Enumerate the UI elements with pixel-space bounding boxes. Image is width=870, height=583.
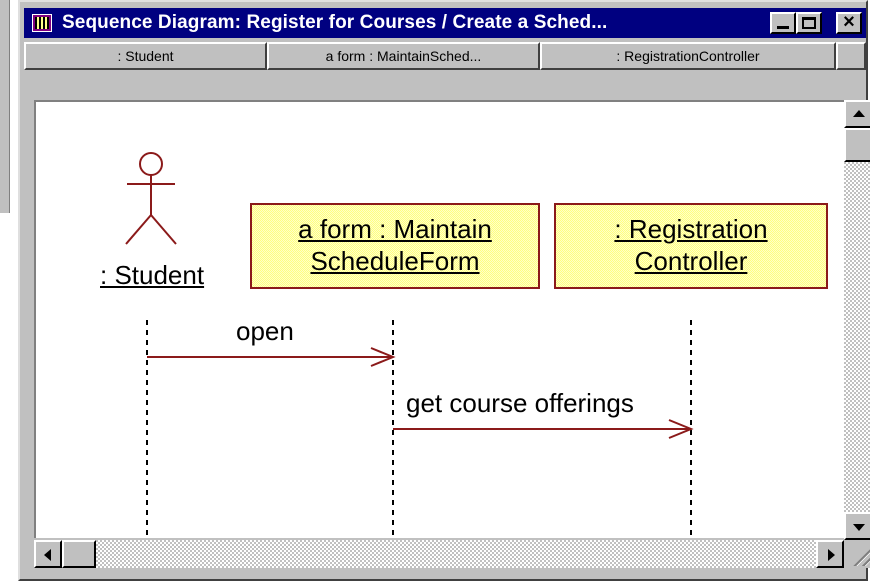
message-label-open[interactable]: open bbox=[236, 316, 294, 347]
diagram-canvas[interactable]: : Student a form : Maintain ScheduleForm… bbox=[34, 100, 844, 538]
lifeline-header-bar: : Student a form : MaintainSched... : Re… bbox=[24, 42, 866, 70]
vertical-scrollbar[interactable] bbox=[844, 100, 870, 540]
object-name-line2: Controller bbox=[634, 246, 748, 276]
message-arrow-get-course-offerings[interactable] bbox=[393, 419, 694, 439]
vertical-scroll-thumb[interactable] bbox=[844, 128, 870, 162]
diagram-drawing bbox=[125, 152, 694, 538]
object-name-line2: ScheduleForm bbox=[310, 246, 480, 276]
arrow-down-icon bbox=[853, 524, 865, 531]
sequence-diagram-window[interactable]: Sequence Diagram: Register for Courses /… bbox=[18, 0, 870, 581]
horizontal-scrollbar[interactable] bbox=[34, 540, 844, 568]
object-name-line1: a form : Maintain bbox=[298, 214, 492, 244]
header-maintain-schedule-form[interactable]: a form : MaintainSched... bbox=[267, 42, 540, 70]
scroll-up-button[interactable] bbox=[844, 100, 870, 128]
actor-figure[interactable] bbox=[125, 152, 177, 245]
maximize-button[interactable] bbox=[796, 12, 822, 34]
window-title: Sequence Diagram: Register for Courses /… bbox=[62, 12, 608, 33]
object-maintain-schedule-form[interactable]: a form : Maintain ScheduleForm bbox=[250, 203, 540, 289]
actor-label[interactable]: : Student bbox=[100, 260, 204, 291]
header-registration-controller[interactable]: : RegistrationController bbox=[540, 42, 836, 70]
close-button[interactable]: × bbox=[836, 11, 862, 34]
title-bar[interactable]: Sequence Diagram: Register for Courses /… bbox=[24, 8, 866, 38]
object-name-line1: : Registration bbox=[614, 214, 768, 244]
arrow-up-icon bbox=[853, 110, 865, 117]
scroll-right-button[interactable] bbox=[816, 540, 844, 568]
resize-grip-icon[interactable] bbox=[844, 540, 870, 568]
close-icon: × bbox=[843, 11, 855, 33]
diagram-icon[interactable] bbox=[32, 14, 52, 32]
arrow-left-icon bbox=[44, 549, 51, 561]
message-arrow-open[interactable] bbox=[147, 347, 396, 367]
minimize-button[interactable] bbox=[770, 12, 796, 34]
arrow-right-icon bbox=[828, 549, 835, 561]
header-student[interactable]: : Student bbox=[24, 42, 267, 70]
background-window-edge bbox=[0, 0, 10, 213]
object-registration-controller[interactable]: : Registration Controller bbox=[554, 203, 828, 289]
desktop-background bbox=[0, 0, 18, 583]
header-filler bbox=[836, 42, 866, 70]
scroll-down-button[interactable] bbox=[844, 512, 870, 540]
message-label-get-course-offerings[interactable]: get course offerings bbox=[406, 388, 634, 419]
horizontal-scroll-thumb[interactable] bbox=[62, 540, 96, 568]
scroll-left-button[interactable] bbox=[34, 540, 62, 568]
